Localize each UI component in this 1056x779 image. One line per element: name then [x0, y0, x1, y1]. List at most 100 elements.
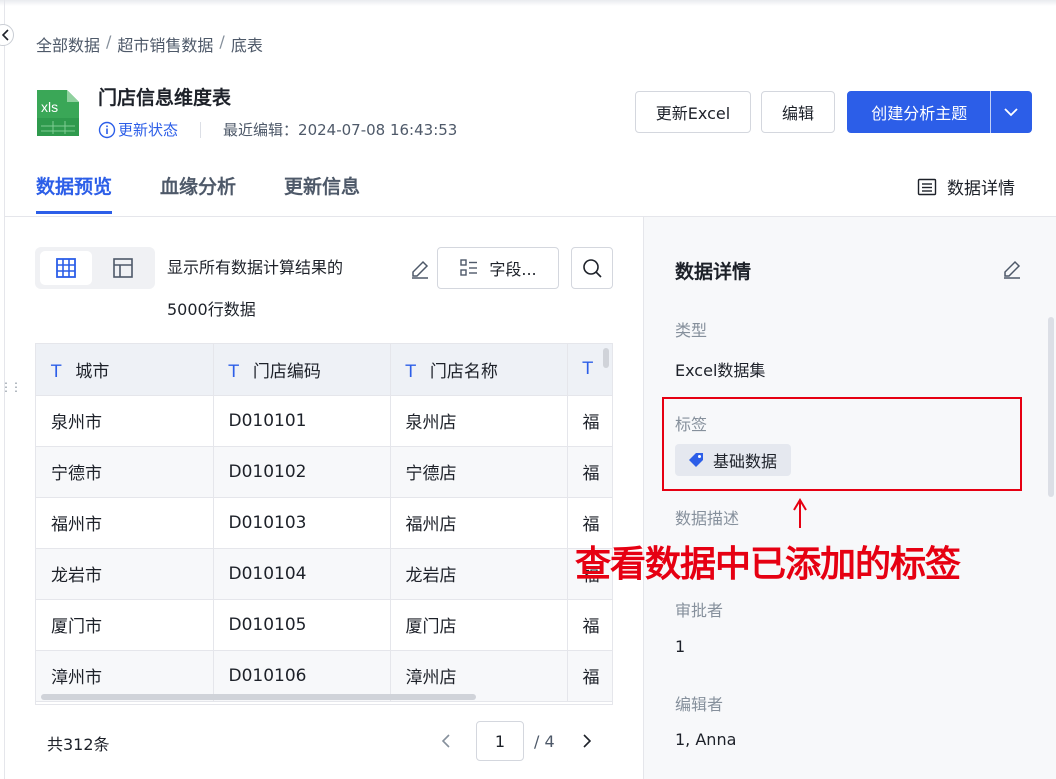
list-icon: [917, 178, 937, 195]
edit-details-icon[interactable]: [1001, 258, 1023, 280]
column-header-label: 门店名称: [429, 361, 498, 382]
table-cell: 福: [567, 395, 612, 447]
table-cell: 福州市: [36, 497, 214, 549]
table-cell: 厦门市: [36, 599, 214, 651]
annotation-text: 查看数据中已添加的标签: [575, 544, 961, 585]
chevron-down-icon: [1004, 108, 1018, 117]
table-row: 宁德市 D010102 宁德店 福: [36, 446, 612, 498]
grid-view-button[interactable]: [40, 251, 92, 285]
table-cell: D010103: [213, 497, 391, 549]
field-list-icon: [460, 259, 478, 276]
row-count-line2: 5000行数据: [167, 300, 256, 319]
drag-handle-icon[interactable]: ⋮⋮: [0, 380, 22, 394]
total-count: 共312条: [47, 735, 110, 754]
breadcrumb-item-sales[interactable]: 超市销售数据: [117, 32, 213, 56]
table-cell: 宁德市: [36, 446, 214, 498]
horizontal-scrollbar[interactable]: [41, 694, 476, 700]
layout-view-button[interactable]: [97, 251, 149, 285]
chevron-left-icon: [2, 29, 9, 41]
table-row: 龙岩市 D010104 龙岩店 福: [36, 548, 612, 600]
prev-page-button[interactable]: [434, 720, 458, 762]
column-header-label: 城市: [75, 361, 110, 382]
page-total: / 4: [534, 731, 555, 751]
column-header-store-name[interactable]: T 门店名称: [390, 344, 568, 396]
search-icon: [583, 259, 602, 278]
breadcrumb-separator: /: [106, 32, 112, 51]
brush-icon[interactable]: [409, 258, 431, 280]
tab-lineage[interactable]: 血缘分析: [160, 172, 236, 214]
field-button-label: 字段...: [489, 260, 537, 279]
table-cell: 龙岩店: [390, 548, 568, 600]
page-title: 门店信息维度表: [98, 87, 232, 109]
last-edit-label: 最近编辑：: [223, 121, 299, 139]
next-page-button[interactable]: [575, 720, 599, 762]
up-arrow-icon: [793, 498, 807, 528]
table-cell: 泉州店: [390, 395, 568, 447]
table-cell: 福: [567, 650, 612, 702]
panel-scrollbar[interactable]: [1048, 317, 1054, 497]
table-row: 厦门市 D010105 厦门店 福: [36, 599, 612, 651]
table-cell: D010102: [213, 446, 391, 498]
data-detail-link[interactable]: 数据详情: [917, 174, 1015, 199]
breadcrumb: 全部数据 / 超市销售数据 / 底表: [36, 32, 263, 56]
create-topic-button-group: 创建分析主题: [847, 91, 1032, 133]
table-cell: 龙岩市: [36, 548, 214, 600]
tag-highlight-box: [662, 397, 1022, 491]
editor-label: 编辑者: [675, 695, 724, 714]
update-status-label: 更新状态: [118, 121, 179, 139]
description-label: 数据描述: [675, 509, 740, 528]
update-status-link[interactable]: 更新状态: [98, 119, 178, 140]
create-topic-dropdown[interactable]: [991, 107, 1031, 117]
tab-update-info[interactable]: 更新信息: [284, 172, 360, 214]
grid-icon: [56, 258, 76, 278]
info-icon: [98, 121, 116, 138]
svg-text:xls: xls: [41, 99, 58, 115]
tab-bar: 数据预览 血缘分析 更新信息: [36, 172, 360, 214]
table-cell: 宁德店: [390, 446, 568, 498]
text-type-icon: T: [582, 359, 593, 380]
excel-file-icon: xls: [37, 90, 79, 136]
column-header-store-code[interactable]: T 门店编码: [213, 344, 391, 396]
type-label: 类型: [675, 321, 708, 340]
collapse-sidebar-button[interactable]: [0, 24, 14, 46]
table-cell: D010101: [213, 395, 391, 447]
text-type-icon: T: [51, 361, 62, 382]
data-detail-label: 数据详情: [947, 179, 1015, 199]
breadcrumb-item-base-table: 底表: [230, 36, 263, 55]
type-value: Excel数据集: [675, 361, 766, 380]
chevron-left-icon: [441, 734, 450, 748]
vertical-scrollbar[interactable]: [603, 348, 609, 368]
table-cell: 福: [567, 599, 612, 651]
button-split-divider: [990, 91, 992, 133]
text-type-icon: T: [228, 361, 239, 382]
editor-value: 1, Anna: [675, 730, 737, 749]
table-cell: 福州店: [390, 497, 568, 549]
text-type-icon: T: [405, 361, 416, 382]
data-table-container: T 城市 T 门店编码 T 门店名称 T 泉州市 D010101 泉州店 福 宁德市 …: [35, 343, 613, 705]
approver-value: 1: [675, 637, 686, 656]
page-number-input[interactable]: 1: [476, 721, 524, 761]
pagination: 1 / 4: [434, 720, 599, 762]
last-edit-time: 2024-07-08 16:43:53: [298, 120, 458, 139]
table-cell: D010104: [213, 548, 391, 600]
approver-label: 审批者: [675, 601, 724, 620]
column-header-city[interactable]: T 城市: [36, 344, 214, 396]
create-topic-button[interactable]: 创建分析主题: [848, 100, 990, 124]
table-cell: 福: [567, 446, 612, 498]
chevron-right-icon: [583, 734, 592, 748]
update-excel-button[interactable]: 更新Excel: [635, 91, 751, 133]
top-shadow: [0, 0, 1056, 6]
data-table: T 城市 T 门店编码 T 门店名称 T 泉州市 D010101 泉州店 福 宁德市 …: [36, 344, 612, 702]
breadcrumb-item-all-data[interactable]: 全部数据: [36, 32, 100, 56]
tab-data-preview[interactable]: 数据预览: [36, 172, 113, 214]
status-row: 更新状态 最近编辑： 2024-07-08 16:43:53: [98, 119, 457, 140]
table-cell: 泉州市: [36, 395, 214, 447]
edit-button[interactable]: 编辑: [761, 91, 835, 133]
search-button[interactable]: [571, 247, 613, 289]
layout-icon: [113, 258, 133, 278]
breadcrumb-separator: /: [219, 32, 225, 51]
table-row: 泉州市 D010101 泉州店 福: [36, 395, 612, 447]
table-header-row: T 城市 T 门店编码 T 门店名称 T: [36, 344, 612, 396]
field-select-button[interactable]: 字段...: [437, 247, 559, 289]
column-header-label: 门店编码: [252, 361, 321, 382]
